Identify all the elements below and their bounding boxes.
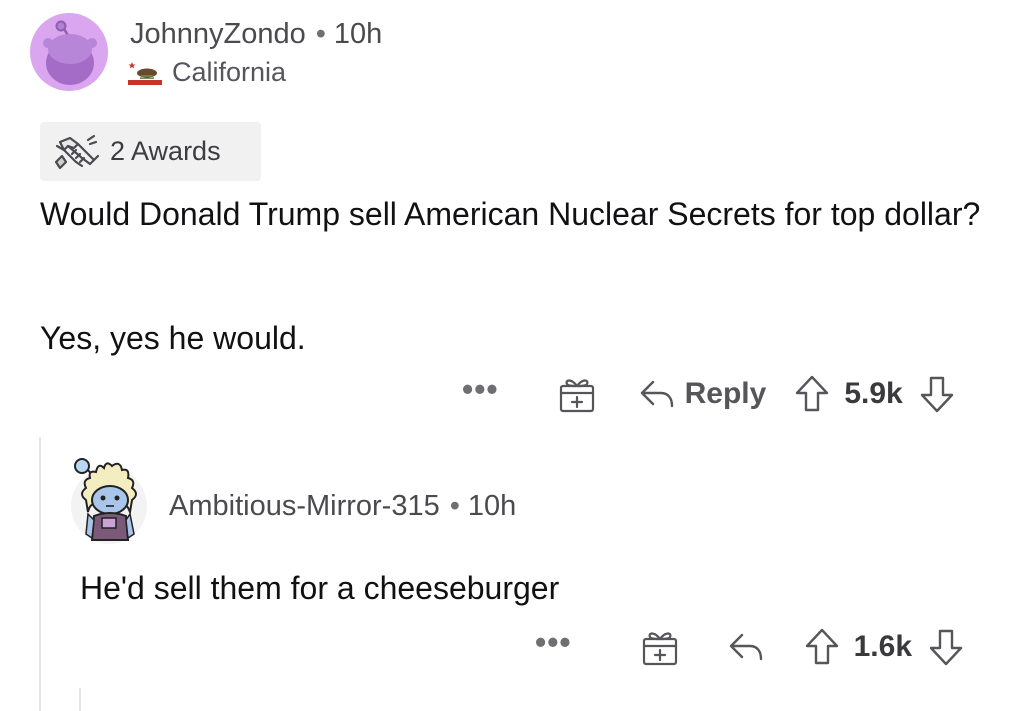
reply-button[interactable] bbox=[728, 631, 764, 663]
reply-arrow-icon bbox=[640, 380, 673, 408]
username-link[interactable]: JohnnyZondo bbox=[130, 18, 306, 50]
vote-score: 1.6k bbox=[853, 630, 912, 663]
reply-button[interactable] bbox=[639, 378, 675, 410]
snoo-avatar-icon bbox=[71, 458, 147, 544]
comment-author-line: Ambitious-Mirror-315 • 10h bbox=[169, 486, 516, 526]
user-avatar[interactable] bbox=[68, 454, 150, 548]
comment-action-bar: ••• 1.6k bbox=[535, 625, 964, 669]
upvote-arrow-icon bbox=[796, 375, 829, 412]
downvote-button[interactable] bbox=[919, 374, 955, 414]
thread-line[interactable] bbox=[39, 437, 41, 711]
gift-icon bbox=[559, 379, 594, 413]
upvote-button[interactable] bbox=[794, 374, 830, 414]
more-options-button[interactable]: ••• bbox=[462, 373, 499, 405]
comment-thread: JohnnyZondo • 10h California 2 Awards Wo… bbox=[0, 0, 1024, 711]
downvote-arrow-icon bbox=[920, 376, 953, 413]
california-flag-icon bbox=[128, 58, 162, 86]
downvote-button[interactable] bbox=[928, 627, 964, 667]
reply-label[interactable]: Reply bbox=[685, 377, 767, 411]
username-link[interactable]: Ambitious-Mirror-315 bbox=[169, 490, 440, 522]
user-flair: California bbox=[128, 54, 286, 90]
comment-timestamp: 10h bbox=[333, 18, 383, 50]
meta-separator: • bbox=[315, 18, 326, 50]
downvote-arrow-icon bbox=[929, 629, 963, 666]
snoo-avatar-icon bbox=[30, 13, 108, 91]
awards-count: 2 Awards bbox=[110, 136, 221, 166]
comment-text-paragraph: Would Donald Trump sell American Nuclear… bbox=[40, 196, 981, 232]
gift-award-button[interactable] bbox=[640, 627, 680, 667]
comment-action-bar: ••• Reply 5.9k bbox=[462, 372, 955, 416]
gift-award-button[interactable] bbox=[557, 374, 597, 414]
vote-score: 5.9k bbox=[844, 377, 903, 410]
comment-timestamp: 10h bbox=[467, 490, 517, 522]
awards-badge[interactable]: 2 Awards bbox=[40, 122, 261, 181]
more-options-button[interactable]: ••• bbox=[535, 626, 572, 658]
meta-separator: • bbox=[449, 490, 460, 522]
reply-arrow-icon bbox=[729, 633, 762, 661]
comment-author-line: JohnnyZondo • 10h bbox=[130, 14, 382, 54]
comment-text-paragraph: Yes, yes he would. bbox=[40, 320, 306, 356]
flair-label: California bbox=[172, 56, 287, 87]
upvote-arrow-icon bbox=[805, 628, 838, 665]
nested-thread-line[interactable] bbox=[79, 688, 81, 711]
comment-text-paragraph: He'd sell them for a cheeseburger bbox=[80, 570, 560, 606]
user-avatar[interactable] bbox=[30, 13, 108, 91]
gift-icon bbox=[642, 632, 677, 666]
upvote-button[interactable] bbox=[804, 627, 840, 667]
handshake-award-icon bbox=[54, 134, 100, 169]
